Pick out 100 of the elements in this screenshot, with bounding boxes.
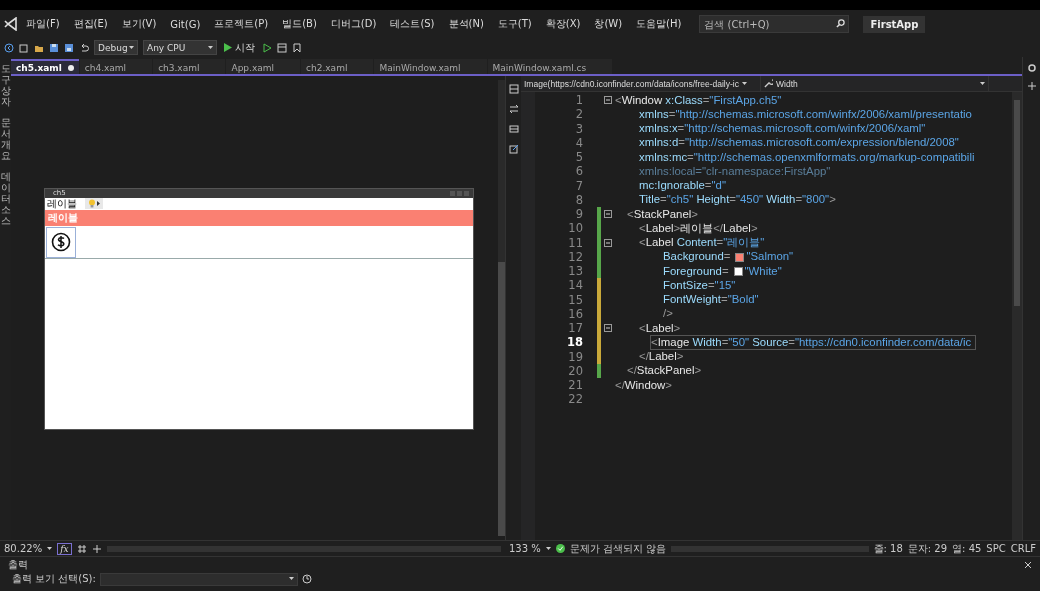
document-tab[interactable]: ch5.xaml	[11, 59, 79, 74]
menu-item[interactable]: 보기(V)	[115, 14, 163, 34]
zoom-level[interactable]: 133 %	[509, 543, 541, 554]
side-tab[interactable]: 데이터 소스	[0, 171, 11, 226]
save-icon[interactable]	[49, 42, 59, 53]
line-number: 14	[567, 278, 583, 293]
side-tab[interactable]: 도구 상자	[0, 63, 11, 107]
caret-icon	[47, 546, 53, 551]
lightbulb-icon[interactable]	[85, 198, 103, 209]
label-text: 레이블	[47, 198, 77, 210]
menu-item[interactable]: 프로젝트(P)	[208, 14, 275, 34]
side-tab[interactable]: 문서 개요	[0, 117, 11, 161]
label-text: 레이블	[48, 211, 78, 225]
line-number: 13	[567, 264, 583, 279]
menu-item[interactable]: 분석(N)	[442, 14, 490, 34]
layout-icon[interactable]	[277, 42, 287, 53]
line-ending-status[interactable]: CRLF	[1010, 543, 1036, 554]
image-selection[interactable]	[46, 226, 76, 258]
whitespace-status[interactable]: SPC	[986, 543, 1006, 554]
char-status: 문자: 29	[907, 541, 948, 556]
code-line: xmlns:mc="http://schemas.openxmlformats.org/markup-compatibili	[639, 150, 976, 164]
solution-name[interactable]: FirstApp	[863, 15, 926, 33]
add-icon[interactable]	[1026, 81, 1037, 91]
line-number: 18	[566, 335, 583, 350]
split-icon[interactable]	[508, 84, 519, 94]
start-button[interactable]: 시작	[222, 40, 257, 55]
menu-item[interactable]: 편집(E)	[67, 14, 114, 34]
clock-icon[interactable]	[301, 574, 312, 584]
play-outline-icon[interactable]	[262, 42, 272, 53]
scrollbar[interactable]	[498, 80, 505, 536]
document-tab[interactable]: MainWindow.xaml	[374, 59, 487, 74]
menu-item[interactable]: 창(W)	[588, 14, 629, 34]
menu-item[interactable]: 테스트(S)	[384, 14, 441, 34]
code-line: </StackPanel>	[627, 364, 703, 378]
code-value: "Salmon"	[746, 250, 795, 264]
line-number: 21	[567, 378, 583, 393]
document-tab[interactable]: MainWindow.xaml.cs	[487, 59, 613, 74]
undo-icon[interactable]	[79, 42, 89, 53]
search-field[interactable]: 검색 (Ctrl+Q)	[699, 15, 850, 33]
code-line: <Image Width="50" Source="https://cdn0.iconfinder.com/data/ic	[651, 335, 976, 349]
document-tab[interactable]: ch3.xaml	[153, 59, 226, 74]
code-line: </Window>	[615, 378, 673, 392]
menu-item[interactable]: 도구(T)	[491, 14, 538, 34]
menu-item[interactable]: Git(G)	[164, 15, 207, 33]
panel-title: 출력	[8, 557, 28, 572]
scrollbar[interactable]	[1012, 92, 1022, 540]
close-icon[interactable]	[1024, 560, 1032, 569]
code-line: <Window x:Class="FirstApp.ch5"	[615, 93, 783, 107]
menu-item[interactable]: 도움말(H)	[630, 14, 688, 34]
swap-icon[interactable]	[508, 104, 519, 114]
code-line: <Label Content="레이블"	[639, 236, 766, 250]
pane-icon[interactable]	[508, 124, 519, 134]
line-number: 1	[574, 93, 583, 108]
element-dropdown[interactable]: Image(https://cdn0.iconfinder.com/data/icons/free-daily-ic	[521, 76, 761, 91]
bookmark-icon[interactable]	[292, 42, 302, 53]
collapse-icon[interactable]	[604, 210, 612, 219]
menu-item[interactable]: 파일(F)	[20, 14, 66, 34]
line-number: 11	[567, 235, 583, 250]
collapse-icon[interactable]	[604, 96, 612, 105]
dollar-coin-icon	[51, 232, 71, 252]
caret-icon	[980, 81, 985, 86]
save-all-icon[interactable]	[64, 42, 74, 53]
caret-icon	[545, 546, 551, 551]
document-tab[interactable]: App.xaml	[226, 59, 301, 74]
zoom-level[interactable]: 80.22%	[4, 543, 43, 554]
formula-button[interactable]: fx	[57, 542, 72, 555]
document-tab[interactable]: ch4.xaml	[79, 59, 153, 74]
code-line: xmlns:x="http://schemas.microsoft.com/winfx/2006/xaml"	[639, 122, 927, 136]
line-number: 6	[574, 164, 583, 179]
code-line: xmlns:local="clr-namespace:FirstApp"	[639, 164, 832, 178]
code-line: FontSize="15"	[663, 278, 737, 292]
new-item-icon[interactable]	[19, 42, 29, 53]
line-number: 19	[567, 349, 583, 364]
window-controls-icon	[450, 191, 470, 196]
menu-item[interactable]: 디버그(D)	[324, 14, 383, 34]
line-number: 22	[567, 392, 583, 407]
caret-icon	[288, 577, 294, 581]
line-number: 5	[574, 150, 583, 165]
code-line: FontWeight="Bold"	[663, 293, 760, 307]
code-value: "White"	[744, 264, 783, 278]
code-line: <StackPanel>	[627, 207, 699, 221]
issues-status[interactable]: 문제가 검색되지 않음	[569, 541, 667, 556]
line-number: 12	[567, 249, 583, 264]
platform-dropdown[interactable]: Any CPU	[143, 40, 217, 55]
logo-icon[interactable]	[4, 17, 18, 31]
property-dropdown[interactable]: Width	[761, 76, 989, 91]
code-line: <Label>	[639, 321, 682, 335]
grid-icon[interactable]	[76, 543, 87, 554]
code-line: <Label>레이블</Label>	[639, 221, 759, 235]
menu-item[interactable]: 확장(X)	[539, 14, 587, 34]
menu-item[interactable]: 빌드(B)	[276, 14, 323, 34]
document-tab[interactable]: ch2.xaml	[301, 59, 374, 74]
configuration-dropdown[interactable]: Debug	[94, 40, 138, 55]
line-number: 3	[574, 121, 583, 136]
line-number: 10	[567, 221, 583, 236]
collapse-icon[interactable]	[604, 238, 612, 247]
popout-icon[interactable]	[508, 144, 519, 154]
back-icon[interactable]	[4, 42, 14, 53]
collapse-icon[interactable]	[604, 324, 612, 333]
line-number: 9	[574, 207, 583, 222]
